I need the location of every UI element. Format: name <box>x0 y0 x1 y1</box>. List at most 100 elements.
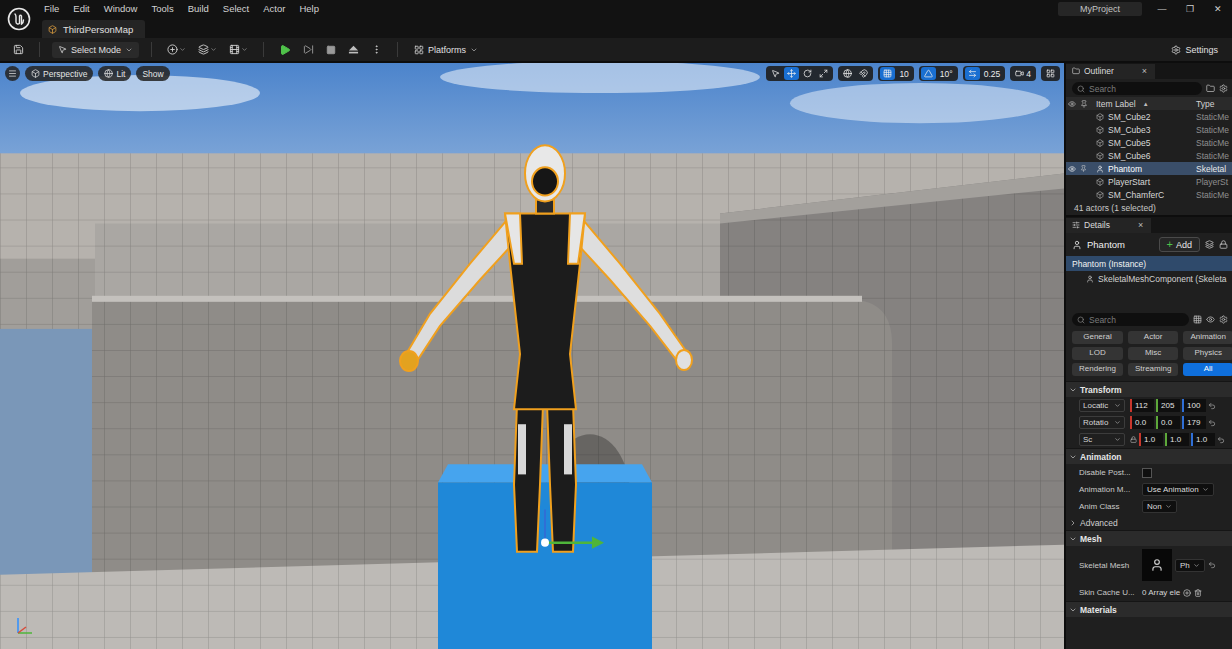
play-button[interactable] <box>276 42 294 58</box>
window-control-button[interactable]: ✕ <box>1204 0 1232 17</box>
section-header[interactable]: Advanced <box>1066 515 1232 530</box>
stop-button[interactable] <box>323 43 339 57</box>
blueprints-button[interactable] <box>195 42 220 57</box>
reset-icon[interactable] <box>1208 419 1216 427</box>
component-row[interactable]: SkeletalMeshComponent (Skeleta <box>1066 271 1232 286</box>
label-column[interactable]: Item Label▲ <box>1092 99 1196 109</box>
menu-item[interactable]: Select <box>223 3 249 14</box>
eject-icon[interactable] <box>348 44 359 55</box>
blue-cube[interactable] <box>438 464 652 649</box>
combo-box[interactable]: Non <box>1142 500 1177 513</box>
space-toggle-button[interactable] <box>840 67 855 80</box>
blueprint-icon[interactable] <box>1205 240 1214 249</box>
window-control-button[interactable]: — <box>1148 0 1176 17</box>
lock-icon[interactable] <box>1219 240 1228 249</box>
trash-icon[interactable] <box>1194 589 1202 597</box>
add-component-button[interactable]: +Add <box>1159 237 1200 252</box>
snap-value[interactable]: 10° <box>937 67 956 80</box>
eject-button[interactable] <box>345 42 362 57</box>
menu-item[interactable]: File <box>44 3 59 14</box>
axis-field[interactable]: 100 <box>1182 399 1206 412</box>
reset-icon[interactable] <box>1217 436 1225 444</box>
filter-button[interactable]: General <box>1072 331 1123 344</box>
platforms-button[interactable]: Platforms <box>410 43 482 57</box>
mode-dropdown[interactable]: Select Mode <box>52 42 139 58</box>
window-control-button[interactable]: ❐ <box>1176 0 1204 17</box>
outliner-tab[interactable]: Outliner× <box>1066 64 1155 79</box>
axis-field[interactable]: 112 <box>1130 399 1154 412</box>
transform-label-dropdown[interactable]: Rotatio <box>1079 416 1125 429</box>
section-header[interactable]: Materials <box>1066 601 1232 617</box>
unreal-logo-icon[interactable] <box>7 7 31 31</box>
filter-button[interactable]: Streaming <box>1128 363 1178 376</box>
viewport-menu-button[interactable] <box>5 66 20 81</box>
transform-gizmo[interactable] <box>541 510 604 549</box>
filter-button[interactable]: Actor <box>1128 331 1178 344</box>
outliner-row[interactable]: SM_Cube5StaticMe <box>1066 136 1232 149</box>
add-content-button[interactable] <box>164 42 189 57</box>
snap-value[interactable]: 10 <box>896 67 911 80</box>
axis-field[interactable]: 0.0 <box>1130 416 1154 429</box>
axis-field[interactable]: 1.0 <box>1165 433 1189 446</box>
step-button[interactable] <box>300 42 317 57</box>
axis-field[interactable]: 205 <box>1156 399 1180 412</box>
add-element-icon[interactable] <box>1183 589 1191 597</box>
details-search[interactable]: Search <box>1072 313 1189 326</box>
type-column[interactable]: Type <box>1196 99 1232 109</box>
transform-tool-button[interactable] <box>784 67 799 80</box>
menu-item[interactable]: Build <box>188 3 209 14</box>
menu-item[interactable]: Edit <box>73 3 89 14</box>
camera-speed-button[interactable]: 4 <box>1012 67 1034 80</box>
lighting-button[interactable]: Lit <box>98 66 131 81</box>
snap-toggle-button[interactable] <box>880 67 895 80</box>
gear-icon[interactable] <box>1219 84 1228 93</box>
transform-label-dropdown[interactable]: Sc <box>1079 433 1125 446</box>
level-tab[interactable]: ThirdPersonMap <box>42 20 145 38</box>
section-header[interactable]: Transform <box>1066 381 1232 397</box>
filter-button[interactable]: All <box>1183 363 1232 376</box>
outliner-row[interactable]: PlayerStartPlayerSt <box>1066 175 1232 188</box>
character-figure[interactable] <box>400 145 692 551</box>
axis-field[interactable]: 1.0 <box>1139 433 1163 446</box>
transform-tool-button[interactable] <box>800 67 815 80</box>
outliner-row[interactable]: SM_Cube2StaticMe <box>1066 110 1232 123</box>
space-toggle-button[interactable] <box>856 67 871 80</box>
visibility-column-icon[interactable] <box>1068 100 1076 108</box>
combo-box[interactable]: Use Animation <box>1142 483 1214 496</box>
filter-button[interactable]: Rendering <box>1072 363 1123 376</box>
settings-button[interactable]: Settings <box>1167 43 1222 57</box>
lock-ratio-icon[interactable] <box>1130 436 1137 443</box>
outliner-row[interactable]: SM_Cube3StaticMe <box>1066 123 1232 136</box>
eye-icon[interactable] <box>1068 165 1076 173</box>
menu-item[interactable]: Actor <box>263 3 285 14</box>
close-button[interactable]: × <box>1142 66 1147 76</box>
filter-button[interactable]: Misc <box>1128 347 1178 360</box>
snap-toggle-button[interactable] <box>921 67 936 80</box>
visibility-icon[interactable] <box>1206 315 1215 324</box>
gear-icon[interactable] <box>1219 315 1228 324</box>
reset-icon[interactable] <box>1208 402 1216 410</box>
property-matrix-icon[interactable] <box>1193 315 1202 324</box>
pin-column-icon[interactable] <box>1080 100 1088 108</box>
asset-picker[interactable]: Ph <box>1175 559 1205 572</box>
details-tab[interactable]: Details× <box>1066 218 1151 233</box>
transform-tool-button[interactable] <box>768 67 783 80</box>
show-button[interactable]: Show <box>136 66 169 81</box>
save-button[interactable] <box>10 42 27 57</box>
snap-value[interactable]: 0.25 <box>981 67 1004 80</box>
cinematics-button[interactable] <box>226 42 251 57</box>
add-folder-icon[interactable] <box>1206 84 1215 93</box>
filter-button[interactable]: Animation <box>1183 331 1232 344</box>
outliner-row[interactable]: PhantomSkeletal <box>1066 162 1232 175</box>
menu-item[interactable]: Tools <box>151 3 173 14</box>
filter-button[interactable]: LOD <box>1072 347 1123 360</box>
section-header[interactable]: Animation <box>1066 448 1232 464</box>
outliner-search[interactable]: Search <box>1072 82 1202 95</box>
axis-field[interactable]: 179 <box>1182 416 1206 429</box>
component-row[interactable]: Phantom (Instance) <box>1066 256 1232 271</box>
checkbox[interactable] <box>1142 468 1152 478</box>
close-button[interactable]: × <box>1138 220 1143 230</box>
reset-icon[interactable] <box>1208 561 1216 569</box>
outliner-row[interactable]: SM_ChamferCStaticMe <box>1066 188 1232 201</box>
transform-label-dropdown[interactable]: Locatic <box>1079 399 1125 412</box>
